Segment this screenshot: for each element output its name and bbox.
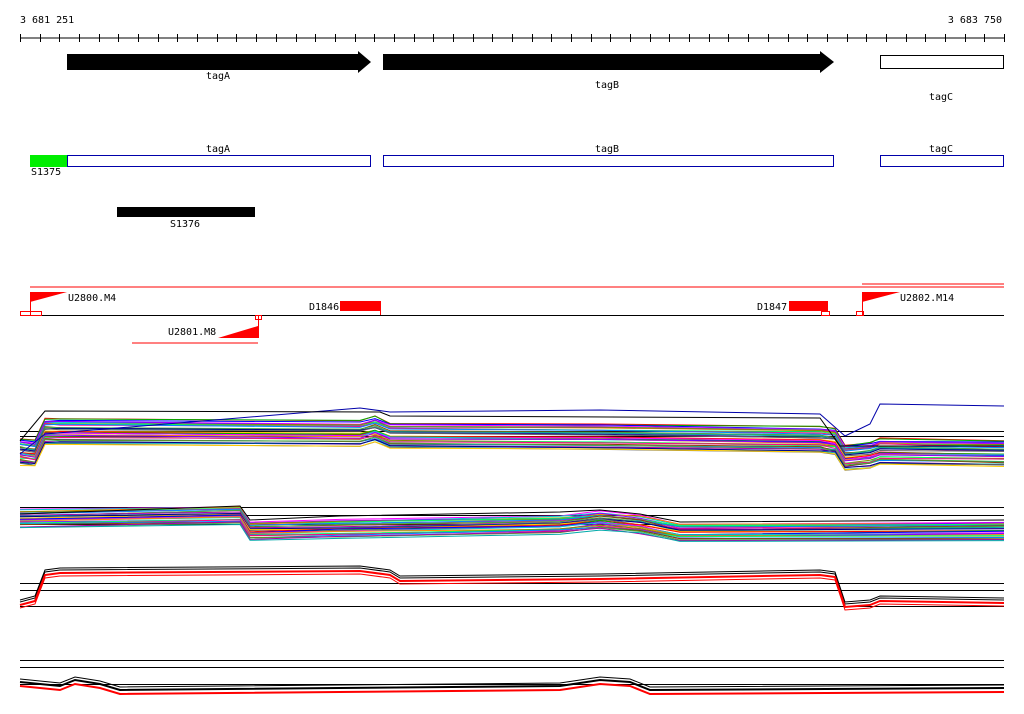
expression-panel-4 <box>19 660 1005 696</box>
expression-panel-3 <box>19 565 1005 611</box>
annotation-track: tagA tagB tagC S1375 S1376 <box>30 144 1004 230</box>
annotation-box-tagc[interactable] <box>880 155 1004 167</box>
feature-label-d1846: D1846 <box>309 302 339 313</box>
feature-label-u2801: U2801.M8 <box>168 327 216 338</box>
annotation-label-tagc: tagC <box>929 144 953 155</box>
feature-flag-u2801[interactable] <box>218 326 258 338</box>
annotation-box-tagb[interactable] <box>383 155 834 167</box>
coord-end-label: 3 683 750 <box>948 15 1002 26</box>
gene-box-tagc[interactable] <box>880 55 1004 69</box>
feature-flag-u2802[interactable] <box>862 292 900 302</box>
segment-label-s1376: S1376 <box>170 219 200 230</box>
feature-label-u2802: U2802.M14 <box>900 293 954 304</box>
gene-label-tagb: tagB <box>595 80 619 91</box>
gene-label-tagc: tagC <box>929 92 953 103</box>
gene-label-taga: tagA <box>206 71 230 82</box>
expression-panel-2 <box>19 505 1005 542</box>
coord-start-label: 3 681 251 <box>20 15 74 26</box>
segment-s1376[interactable] <box>117 207 255 217</box>
feature-label-u2800: U2800.M4 <box>68 293 116 304</box>
gene-arrow-taga[interactable] <box>67 51 371 73</box>
genome-browser-canvas: 3 681 251 3 683 750 tagA tagB tagC tagA … <box>19 15 1005 696</box>
profile-line <box>19 567 1005 605</box>
coordinate-ruler: 3 681 251 3 683 750 <box>20 15 1005 42</box>
feature-flag-u2800[interactable] <box>30 292 67 302</box>
gene-arrow-tagb[interactable] <box>383 51 834 73</box>
segment-label-s1375: S1375 <box>31 167 61 178</box>
annotation-label-taga: tagA <box>206 144 230 155</box>
feature-track: U2800.M4 U2801.M8 D1846 D1847 U2802.M14 <box>20 283 1004 344</box>
gene-track: tagA tagB tagC <box>67 51 1004 103</box>
feature-bar-d1846[interactable] <box>340 301 381 311</box>
feature-bar-d1847[interactable] <box>789 301 828 311</box>
annotation-box-taga[interactable] <box>67 155 371 167</box>
segment-s1375[interactable] <box>30 155 67 167</box>
feature-label-d1847: D1847 <box>757 302 787 313</box>
expression-panel-1 <box>19 403 1005 471</box>
annotation-label-tagb: tagB <box>595 144 619 155</box>
feature-marker-d1847 <box>821 311 830 316</box>
